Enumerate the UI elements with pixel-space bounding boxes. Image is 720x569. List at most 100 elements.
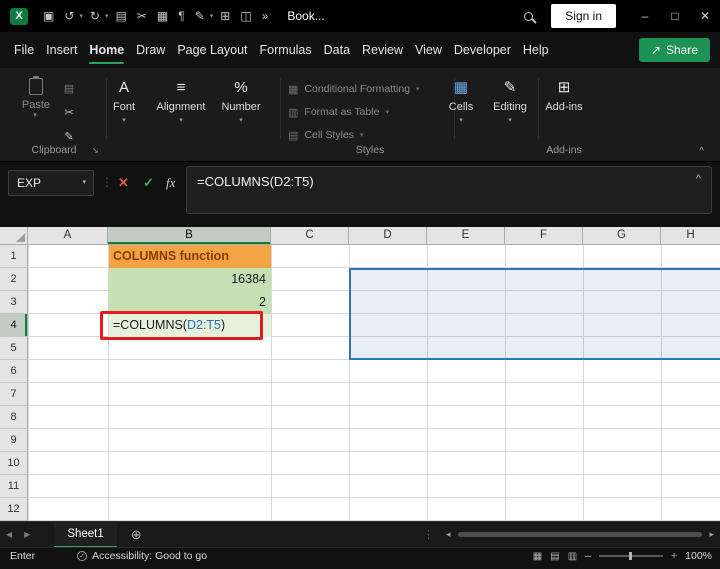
toolbar-overflow-icon[interactable]: » — [262, 9, 269, 23]
cell-b2[interactable]: 16384 — [109, 268, 271, 291]
tab-insert[interactable]: Insert — [40, 32, 83, 68]
font-group-button[interactable]: A Font ▾ — [98, 78, 150, 124]
cell-grid[interactable]: 1 2 3 4 5 6 7 8 9 10 11 12 COLUMNS funct… — [0, 245, 720, 521]
horizontal-scrollbar[interactable]: ◂ ▸ — [442, 522, 718, 547]
column-header-h[interactable]: H — [661, 227, 720, 245]
row-header-8[interactable]: 8 — [0, 406, 28, 429]
formula-bar-drag-handle[interactable]: ⋮ — [101, 175, 113, 189]
tab-bar-divider-icon[interactable]: ⋮ — [423, 528, 434, 541]
paste-button[interactable]: Paste ▾ — [14, 76, 58, 119]
new-sheet-button[interactable]: ⊕ — [131, 527, 142, 543]
row-header-9[interactable]: 9 — [0, 429, 28, 452]
paragraph-icon[interactable]: ¶ — [178, 9, 184, 23]
row-header-6[interactable]: 6 — [0, 360, 28, 383]
cell-styles-button[interactable]: ▤ Cell Styles ▾ — [288, 124, 452, 146]
table-icon[interactable]: ⊞ — [220, 9, 230, 23]
ribbon-collapse-icon[interactable]: ^ — [699, 146, 704, 157]
excel-logo-icon[interactable]: X — [10, 7, 28, 25]
search-icon[interactable] — [524, 11, 534, 21]
cell-b1[interactable]: COLUMNS function — [109, 245, 271, 268]
column-header-c[interactable]: C — [271, 227, 349, 245]
scroll-left-icon[interactable]: ◂ — [442, 529, 455, 540]
cut-button[interactable]: ✂ — [58, 106, 80, 119]
clipboard-dialog-launcher-icon[interactable]: ↘ — [92, 146, 99, 155]
tab-file[interactable]: File — [8, 32, 40, 68]
row-header-3[interactable]: 3 — [0, 291, 28, 314]
add-ins-button[interactable]: ⊞ Add-ins — [540, 78, 588, 113]
page-break-view-button[interactable]: ▥ — [568, 551, 577, 562]
row-header-2[interactable]: 2 — [0, 268, 28, 291]
row-header-11[interactable]: 11 — [0, 475, 28, 498]
undo-caret-icon[interactable]: ▾ — [79, 12, 83, 20]
row-header-10[interactable]: 10 — [0, 452, 28, 475]
column-header-e[interactable]: E — [427, 227, 505, 245]
zoom-in-button[interactable]: + — [671, 550, 677, 562]
tab-review[interactable]: Review — [356, 32, 409, 68]
column-header-f[interactable]: F — [505, 227, 583, 245]
cells-group-button[interactable]: ▦ Cells ▾ — [437, 78, 485, 124]
row-header-4[interactable]: 4 — [0, 314, 28, 337]
insert-function-button[interactable]: fx — [166, 175, 175, 191]
row-header-5[interactable]: 5 — [0, 337, 28, 360]
pen-icon[interactable]: ✎ — [195, 9, 205, 23]
sign-in-button[interactable]: Sign in — [551, 4, 616, 28]
annotation-red-box — [100, 311, 263, 340]
undo-icon[interactable]: ↺ — [64, 9, 74, 23]
minimize-button[interactable]: – — [630, 9, 660, 23]
tab-formulas[interactable]: Formulas — [254, 32, 318, 68]
sheet-nav-left-icon[interactable]: ◀ — [6, 530, 12, 539]
save-icon[interactable]: ▣ — [43, 9, 54, 23]
zoom-out-button[interactable]: – — [585, 550, 591, 562]
clipboard-icon[interactable]: ▤ — [116, 9, 127, 23]
editing-group-button[interactable]: ✎ Editing ▾ — [486, 78, 534, 124]
scroll-right-icon[interactable]: ▸ — [705, 529, 718, 540]
paste-label: Paste — [21, 99, 51, 111]
tab-page-layout[interactable]: Page Layout — [171, 32, 253, 68]
paste-clipboard-icon — [29, 76, 43, 95]
select-all-button[interactable] — [0, 227, 28, 245]
paste-options-button[interactable]: ▤ — [58, 82, 80, 95]
format-as-table-button[interactable]: ▥ Format as Table ▾ — [288, 101, 452, 123]
editing-icon: ✎ — [503, 79, 517, 96]
zoom-level[interactable]: 100% — [685, 550, 712, 562]
cancel-formula-button[interactable]: ✕ — [118, 175, 129, 191]
column-header-d[interactable]: D — [349, 227, 427, 245]
maximize-button[interactable]: □ — [660, 9, 690, 23]
accessibility-status[interactable]: Accessibility: Good to go — [92, 550, 207, 562]
close-button[interactable]: ✕ — [690, 9, 720, 23]
cut-icon[interactable]: ✂ — [137, 9, 147, 23]
row-header-7[interactable]: 7 — [0, 383, 28, 406]
tab-help[interactable]: Help — [517, 32, 555, 68]
column-header-a[interactable]: A — [28, 227, 108, 245]
name-box[interactable]: EXP ▾ — [8, 170, 94, 196]
name-box-caret-icon[interactable]: ▾ — [82, 171, 86, 195]
formula-bar-collapse-icon[interactable]: ^ — [696, 173, 701, 185]
horizontal-scrollbar-thumb[interactable] — [457, 532, 703, 537]
page-layout-view-button[interactable]: ▤ — [550, 551, 559, 562]
tab-view[interactable]: View — [409, 32, 448, 68]
column-header-g[interactable]: G — [583, 227, 661, 245]
alignment-group-button[interactable]: ≡ Alignment ▾ — [155, 78, 207, 124]
tab-data[interactable]: Data — [318, 32, 356, 68]
row-header-1[interactable]: 1 — [0, 245, 28, 268]
redo-icon[interactable]: ↻ — [90, 9, 100, 23]
pen-caret-icon[interactable]: ▾ — [210, 12, 214, 20]
image-icon[interactable]: ▦ — [157, 9, 168, 23]
normal-view-button[interactable]: ▦ — [533, 551, 542, 562]
tab-home[interactable]: Home — [83, 32, 130, 68]
zoom-slider[interactable] — [599, 552, 663, 560]
column-header-b[interactable]: B — [108, 227, 271, 245]
share-button[interactable]: ↗ Share — [638, 38, 710, 62]
format-painter-button[interactable]: ✎ — [58, 130, 80, 143]
conditional-formatting-button[interactable]: ▦ Conditional Formatting ▾ — [288, 78, 452, 100]
tab-draw[interactable]: Draw — [130, 32, 171, 68]
number-group-button[interactable]: % Number ▾ — [215, 78, 267, 124]
camera-icon[interactable]: ◫ — [240, 9, 251, 23]
formula-input[interactable]: =COLUMNS(D2:T5) ^ — [186, 166, 712, 214]
tab-developer[interactable]: Developer — [448, 32, 517, 68]
row-header-12[interactable]: 12 — [0, 498, 28, 521]
enter-formula-button[interactable]: ✓ — [143, 175, 154, 191]
sheet-nav-right-icon[interactable]: ▶ — [24, 530, 30, 539]
sheet-tab-sheet1[interactable]: Sheet1 — [54, 521, 118, 548]
redo-caret-icon[interactable]: ▾ — [105, 12, 109, 20]
